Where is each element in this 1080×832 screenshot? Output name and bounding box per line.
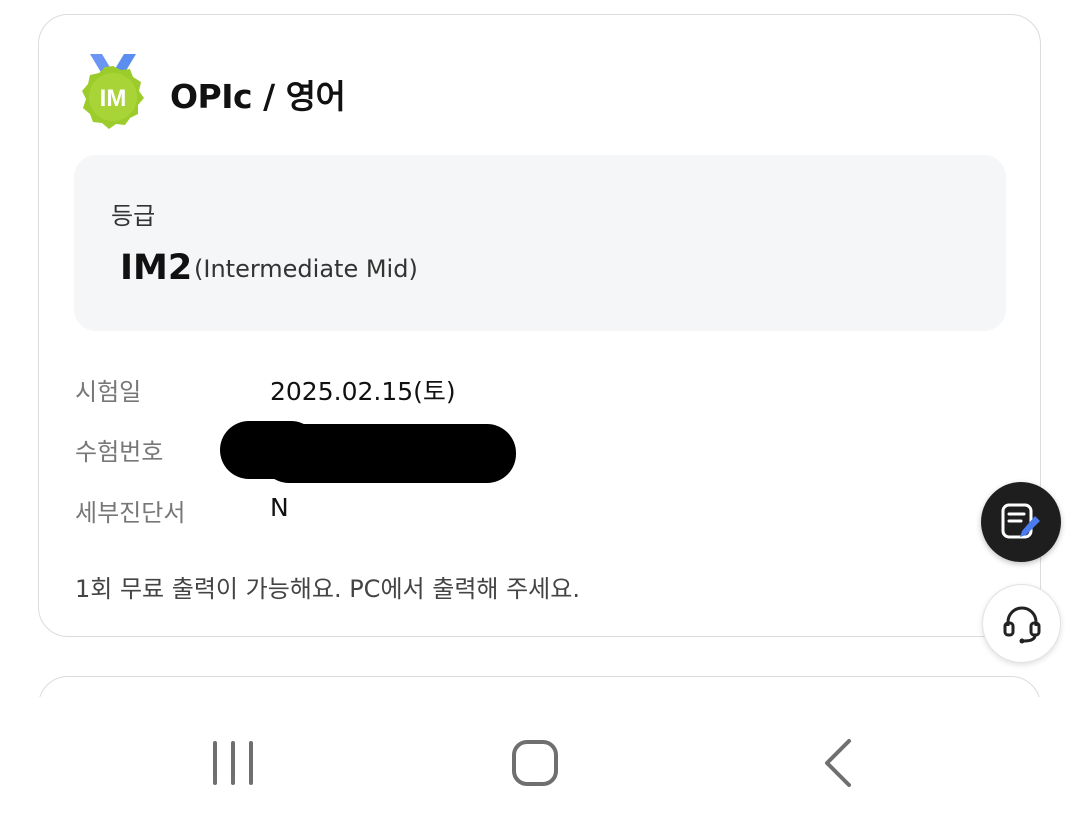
exam-date-label: 시험일 [75,378,142,406]
redacted-exam-number [220,421,516,483]
back-button[interactable] [805,735,875,795]
print-notice: 1회 무료 출력이 가능해요. PC에서 출력해 주세요. [75,575,580,603]
grade-value: IM2 [120,248,193,288]
grade-box [74,155,1006,331]
exam-number-label: 수험번호 [75,438,164,466]
recent-apps-icon [213,741,253,785]
exam-title: OPIc / 영어 [170,77,346,116]
diagnosis-report-label: 세부진단서 [75,499,186,527]
home-button[interactable] [500,735,570,795]
back-icon [825,739,851,787]
grade-label: 등급 [111,202,156,230]
diagnosis-report-value: N [270,493,289,522]
im-badge-icon: IM [78,52,148,136]
headset-icon [1003,606,1040,643]
exam-date-value: 2025.02.15(토) [270,377,456,406]
memo-fab-button[interactable] [981,482,1061,562]
svg-text:IM: IM [100,85,127,112]
recent-apps-button[interactable] [198,735,268,795]
home-icon [512,740,558,786]
memo-edit-icon [1001,503,1040,539]
grade-description: (Intermediate Mid) [194,255,418,283]
support-fab-button[interactable] [982,584,1061,663]
